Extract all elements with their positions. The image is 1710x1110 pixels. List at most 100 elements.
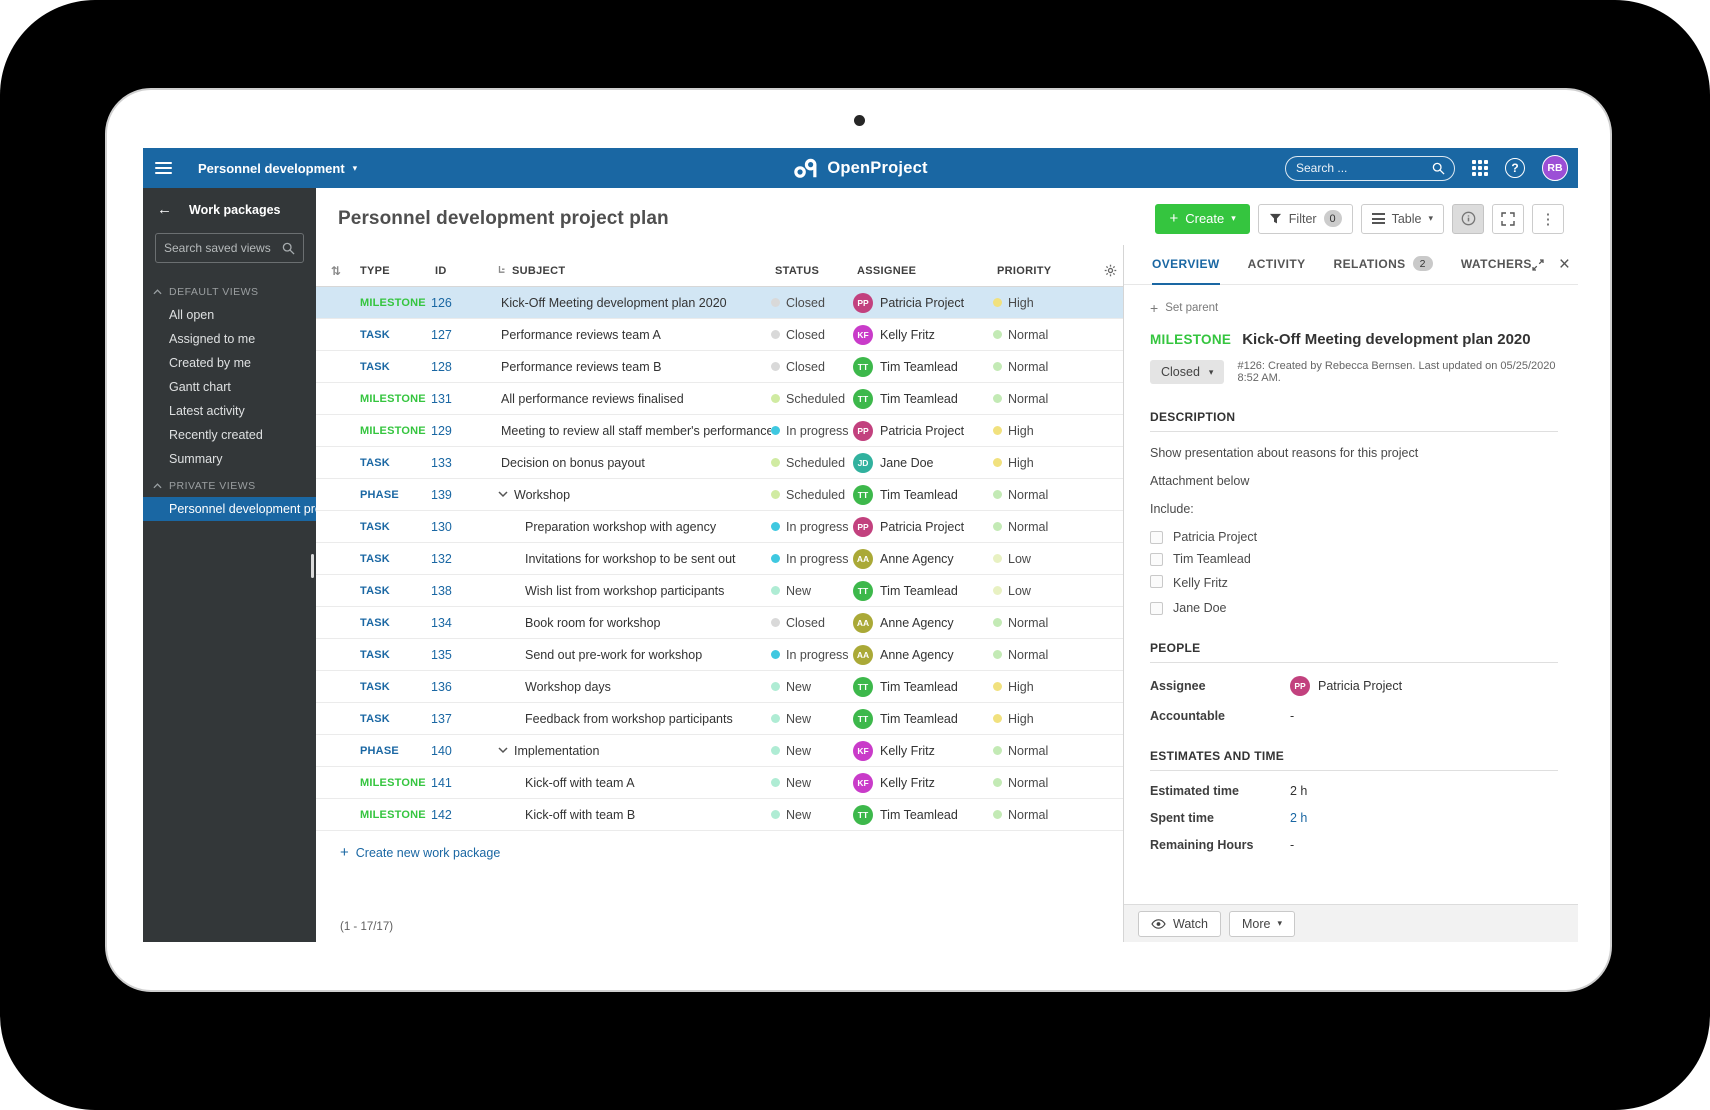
sidebar-item[interactable]: Gantt chart [143,375,316,399]
checkbox[interactable] [1150,601,1163,615]
table-row[interactable]: TASK 128 Performance reviews team B Clos… [316,351,1123,383]
status-cell[interactable]: In progress [771,552,853,566]
filter-button[interactable]: Filter 0 [1257,203,1353,234]
status-cell[interactable]: New [771,680,853,694]
assignee-cell[interactable]: TT Tim Teamlead [853,356,993,377]
menu-icon[interactable] [155,162,172,174]
priority-cell[interactable]: Normal [993,392,1098,406]
id-cell[interactable]: 135 [431,648,493,662]
global-search-input[interactable] [1290,161,1432,175]
status-cell[interactable]: Closed [771,360,853,374]
id-cell[interactable]: 136 [431,680,493,694]
assignee-cell[interactable]: TT Tim Teamlead [853,804,993,825]
checkbox[interactable] [1150,575,1163,588]
priority-cell[interactable]: Normal [993,744,1098,758]
id-cell[interactable]: 132 [431,552,493,566]
id-cell[interactable]: 128 [431,360,493,374]
panel-tab[interactable]: WATCHERS [1461,245,1532,285]
priority-cell[interactable]: Normal [993,648,1098,662]
table-row[interactable]: TASK 132 Invitations for workshop to be … [316,543,1123,575]
table-row[interactable]: MILESTONE 131 All performance reviews fi… [316,383,1123,415]
table-row[interactable]: TASK 127 Performance reviews team A Clos… [316,319,1123,351]
status-cell[interactable]: Closed [771,328,853,342]
assignee-cell[interactable]: KF Kelly Fritz [853,324,993,345]
assignee-cell[interactable]: PP Patricia Project [853,292,993,313]
status-dropdown[interactable]: Closed ▾ [1150,360,1225,384]
expand-panel-icon[interactable] [1532,258,1544,271]
panel-tab[interactable]: OVERVIEW [1152,245,1220,285]
priority-cell[interactable]: Normal [993,360,1098,374]
column-id[interactable]: ID [431,265,493,277]
id-cell[interactable]: 142 [431,808,493,822]
table-row[interactable]: PHASE 139 Workshop Scheduled TT Tim Team… [316,479,1123,511]
subject-cell[interactable]: Preparation workshop with agency [493,520,771,534]
column-type[interactable]: TYPE [356,265,431,277]
help-icon[interactable]: ? [1505,158,1525,178]
priority-cell[interactable]: Normal [993,808,1098,822]
table-row[interactable]: TASK 134 Book room for workshop Closed A… [316,607,1123,639]
id-cell[interactable]: 139 [431,488,493,502]
sidebar-item[interactable]: Personnel development proj... [143,497,316,521]
priority-cell[interactable]: High [993,680,1098,694]
status-cell[interactable]: New [771,744,853,758]
status-cell[interactable]: New [771,808,853,822]
checkbox[interactable] [1150,531,1163,544]
table-row[interactable]: TASK 137 Feedback from workshop particip… [316,703,1123,735]
subject-cell[interactable]: Decision on bonus payout [493,456,771,470]
status-cell[interactable]: Closed [771,616,853,630]
assignee-cell[interactable]: AA Anne Agency [853,644,993,665]
status-cell[interactable]: In progress [771,424,853,438]
create-button[interactable]: + Create ▾ [1155,203,1250,234]
more-menu-button[interactable]: ⋮ [1532,203,1564,234]
sidebar-item[interactable]: Created by me [143,351,316,375]
table-row[interactable]: TASK 130 Preparation workshop with agenc… [316,511,1123,543]
field-value-wrap[interactable]: 2 h [1290,784,1307,798]
subject-cell[interactable]: Book room for workshop [493,616,771,630]
subject-cell[interactable]: Kick-Off Meeting development plan 2020 [493,296,771,310]
status-cell[interactable]: In progress [771,648,853,662]
subject-cell[interactable]: Kick-off with team B [493,808,771,822]
watch-button[interactable]: Watch [1138,910,1221,937]
table-row[interactable]: PHASE 140 Implementation New KF Kelly Fr… [316,735,1123,767]
table-row[interactable]: TASK 136 Workshop days New TT Tim Teamle… [316,671,1123,703]
sidebar-item[interactable]: Latest activity [143,399,316,423]
sort-icon[interactable]: ⇅ [331,264,341,278]
subject-cell[interactable]: Send out pre-work for workshop [493,648,771,662]
field-value-wrap[interactable]: - [1290,838,1294,852]
assignee-cell[interactable]: TT Tim Teamlead [853,708,993,729]
table-row[interactable]: MILESTONE 142 Kick-off with team B New T… [316,799,1123,831]
assignee-cell[interactable]: AA Anne Agency [853,548,993,569]
assignee-cell[interactable]: TT Tim Teamlead [853,484,993,505]
project-selector[interactable]: Personnel development ▾ [198,161,357,176]
wp-title[interactable]: Kick-Off Meeting development plan 2020 [1242,331,1530,348]
id-cell[interactable]: 134 [431,616,493,630]
id-cell[interactable]: 130 [431,520,493,534]
assignee-cell[interactable]: JD Jane Doe [853,452,993,473]
id-cell[interactable]: 133 [431,456,493,470]
panel-tab[interactable]: RELATIONS 2 [1334,245,1433,285]
assignee-cell[interactable]: PP Patricia Project [853,420,993,441]
assignee-cell[interactable]: TT Tim Teamlead [853,676,993,697]
assignee-cell[interactable]: TT Tim Teamlead [853,580,993,601]
sidebar-section-header[interactable]: PRIVATE VIEWS [143,471,316,497]
assignee-cell[interactable]: PP Patricia Project [853,516,993,537]
create-work-package-link[interactable]: + Create new work package [340,844,500,861]
sidebar-item[interactable]: Recently created [143,423,316,447]
info-button[interactable] [1452,203,1484,234]
close-icon[interactable]: × [1559,255,1570,274]
column-subject[interactable]: SUBJECT [493,265,771,277]
set-parent-button[interactable]: + Set parent [1150,300,1558,316]
modules-grid-icon[interactable] [1472,160,1488,176]
saved-views-search[interactable] [155,233,304,263]
priority-cell[interactable]: Low [993,552,1098,566]
back-arrow-icon[interactable]: ← [157,201,172,218]
field-value-wrap[interactable]: 2 h [1290,811,1307,825]
checkbox[interactable] [1150,553,1163,566]
table-row[interactable]: TASK 133 Decision on bonus payout Schedu… [316,447,1123,479]
brand-logo[interactable]: OpenProject [793,148,927,188]
id-cell[interactable]: 138 [431,584,493,598]
sidebar-item[interactable]: All open [143,303,316,327]
id-cell[interactable]: 131 [431,392,493,406]
status-cell[interactable]: Closed [771,296,853,310]
id-cell[interactable]: 129 [431,424,493,438]
